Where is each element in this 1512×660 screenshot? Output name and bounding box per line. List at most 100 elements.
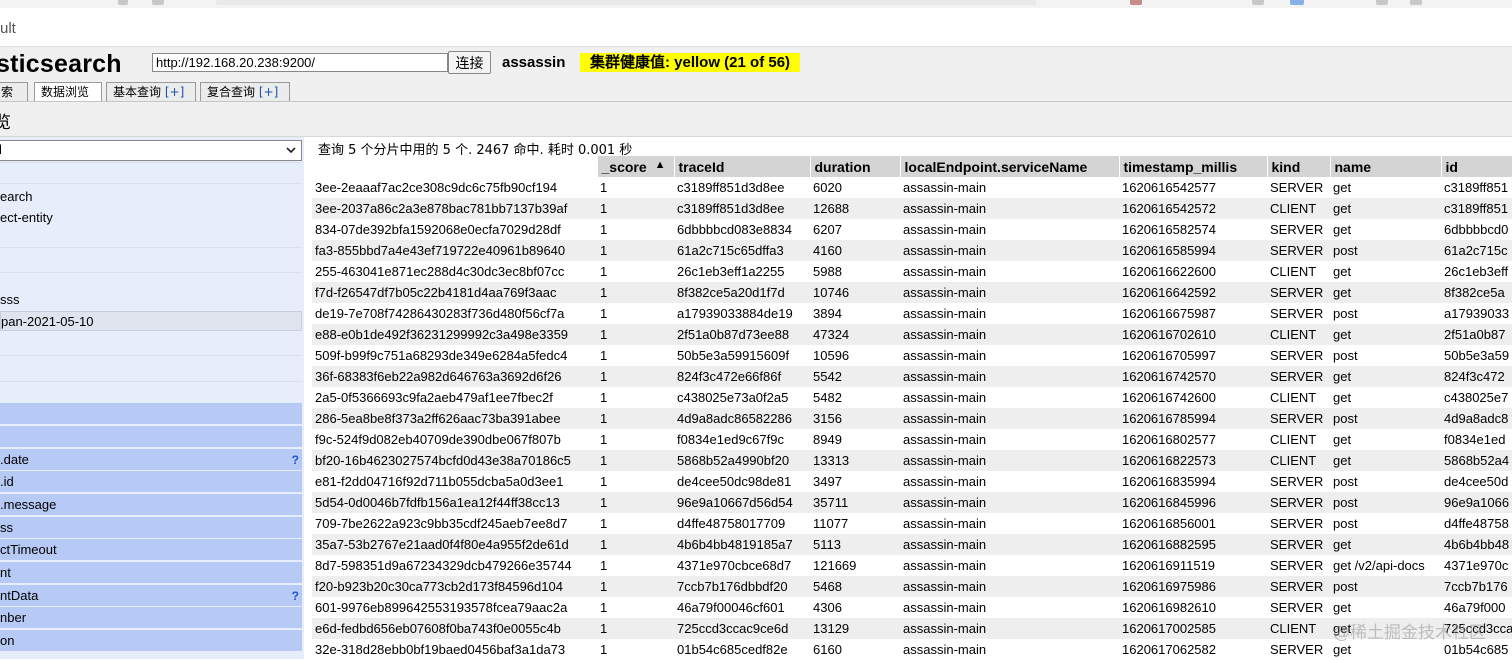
sidebar-divider xyxy=(0,355,302,356)
table-row[interactable]: 286-5ea8be8f373a2ff626aac73ba391abee 1 4d9… xyxy=(312,408,1512,429)
table-row[interactable]: e6d-fedbd656eb07608f0ba743f0e0055c4b 1 725… xyxy=(312,618,1512,639)
sidebar-field-row[interactable]: .id xyxy=(0,471,302,493)
table-cell: 8949 xyxy=(813,432,842,447)
table-cell: 1 xyxy=(600,348,608,363)
table-cell: get xyxy=(1333,432,1352,447)
table-cell: SERVER xyxy=(1267,534,1330,555)
column-header-score[interactable]: _score ▲ xyxy=(596,156,674,177)
table-cell: 1620616845996 xyxy=(1119,492,1267,513)
address-bar[interactable] xyxy=(216,0,1036,5)
sidebar-field-row[interactable]: ctTimeout xyxy=(0,539,302,561)
browser-icon[interactable] xyxy=(118,0,128,5)
sidebar-field-row[interactable]: nt xyxy=(0,562,302,584)
cluster-url-input[interactable] xyxy=(152,53,448,72)
index-select[interactable]: l xyxy=(0,140,302,161)
extension-icon[interactable] xyxy=(1410,0,1422,5)
table-cell: post xyxy=(1330,492,1441,513)
sidebar-field-row[interactable]: ss xyxy=(0,517,302,539)
tab-add-link[interactable]: [+] xyxy=(259,85,278,99)
table-row[interactable]: 255-463041e871ec288d4c30dc3ec8bf07cc 1 26c… xyxy=(312,261,1512,282)
extension-icon[interactable] xyxy=(1290,0,1304,5)
extension-icon[interactable] xyxy=(1252,0,1264,5)
table-cell: 1 xyxy=(597,534,674,555)
sidebar-index-item[interactable] xyxy=(0,229,302,249)
table-row[interactable]: 3ee-2037a86c2a3e878bac781bb7137b39af 1 c31… xyxy=(312,198,1512,219)
column-header-name[interactable]: name xyxy=(1329,156,1441,177)
table-row[interactable]: f9c-524f9d082eb40709de390dbe067f807b 1 f08… xyxy=(312,429,1512,450)
sidebar-index-item[interactable]: sss xyxy=(0,290,302,310)
sidebar-index-item[interactable] xyxy=(0,250,302,270)
column-header-kind[interactable]: kind xyxy=(1266,156,1330,177)
sidebar-field-row[interactable]: ntData ? xyxy=(0,585,302,607)
table-cell: 4371e970cbce68d7 xyxy=(677,558,792,573)
table-row[interactable]: 35a7-53b2767e21aad0f4f80e4a955f2de61d 1 4b… xyxy=(312,534,1512,555)
sidebar-index-item[interactable]: ect-entity xyxy=(0,208,302,228)
sidebar-field-row[interactable]: .message xyxy=(0,494,302,516)
connect-button[interactable]: 连接 xyxy=(448,51,491,74)
sidebar-field-row[interactable] xyxy=(0,403,302,425)
table-row[interactable]: f20-b923b20c30ca773cb2d173f84596d104 1 7cc… xyxy=(312,576,1512,597)
sidebar-field-row[interactable]: on xyxy=(0,630,302,652)
table-row[interactable]: e81-f2dd04716f92d711b055dcba5a0d3ee1 1 de4… xyxy=(312,471,1512,492)
table-cell: 1620616675987 xyxy=(1122,306,1216,321)
table-cell: 3894 xyxy=(813,306,842,321)
column-header-label: _score xyxy=(601,158,647,175)
table-row[interactable]: bf20-16b4623027574bcfd0d43e38a70186c5 1 58… xyxy=(312,450,1512,471)
help-icon[interactable]: ? xyxy=(292,585,299,607)
table-cell: 35711 xyxy=(810,492,900,513)
tab-add-link[interactable]: [+] xyxy=(165,85,184,99)
table-row[interactable]: 834-07de392bfa1592068e0ecfa7029d28df 1 6db… xyxy=(312,219,1512,240)
column-header-servicename[interactable]: localEndpoint.serviceName xyxy=(899,156,1119,177)
table-cell: f0834e1ed9c67f9c xyxy=(677,432,784,447)
column-header-id[interactable]: id xyxy=(1440,156,1512,177)
table-row[interactable]: 36f-68383f6eb22a982d646763a3692d6f26 1 824… xyxy=(312,366,1512,387)
table-cell: 1620616585994 xyxy=(1119,240,1267,261)
table-row[interactable]: 2a5-0f5366693c9fa2aeb479af1ee7fbec2f 1 c43… xyxy=(312,387,1512,408)
browser-icon[interactable] xyxy=(152,0,164,5)
table-cell: assassin-main xyxy=(903,600,987,615)
sidebar-field-row[interactable]: nber xyxy=(0,607,302,629)
table-cell: assassin-main xyxy=(903,180,987,195)
table-row[interactable]: 509f-b99f9c751a68293de349e6284a5fedc4 1 50… xyxy=(312,345,1512,366)
column-header-traceid[interactable]: traceId xyxy=(673,156,810,177)
tab-basic-query[interactable]: 基本查询 [+] xyxy=(106,82,196,101)
table-row[interactable]: fa3-855bbd7a4e43ef719722e40961b89640 1 61a… xyxy=(312,240,1512,261)
table-row[interactable]: 3ee-2eaaaf7ac2ce308c9dc6c75fb90cf194 1 c31… xyxy=(312,177,1512,198)
table-cell: 1620616785994 xyxy=(1119,408,1267,429)
table-cell: 3156 xyxy=(810,408,900,429)
table-cell: 13129 xyxy=(810,618,900,639)
table-cell: get xyxy=(1333,264,1352,279)
table-row[interactable]: e88-e0b1de492f36231299992c3a498e3359 1 2f5… xyxy=(312,324,1512,345)
table-cell: get xyxy=(1330,198,1441,219)
tab-indices[interactable]: 索引 xyxy=(0,82,28,118)
tab-compound-query[interactable]: 复合查询 [+] xyxy=(200,82,290,101)
table-row[interactable]: 709-7be2622a923c9bb35cdf245aeb7ee8d7 1 d4f… xyxy=(312,513,1512,534)
extension-icon[interactable] xyxy=(1376,0,1388,5)
table-row[interactable]: f7d-f26547df7b05c22b4181d4aa769f3aac 1 8f3… xyxy=(312,282,1512,303)
table-row[interactable]: 601-9976eb899642553193578fcea79aac2a 1 46a… xyxy=(312,597,1512,618)
table-row[interactable]: de19-7e708f74286430283f736d480f56cf7a 1 a1… xyxy=(312,303,1512,324)
table-row[interactable]: 32e-318d28ebb0bf19baed0456baf3a1da73 1 01b… xyxy=(312,639,1512,660)
table-cell: de4cee50d xyxy=(1444,474,1509,489)
table-row[interactable]: 8d7-598351d9a67234329dcb479266e35744 1 437… xyxy=(312,555,1512,576)
sidebar-index-item[interactable]: earch xyxy=(0,187,302,207)
table-cell: 2f51a0b87d73ee88 xyxy=(674,324,810,345)
sidebar-index-item-selected[interactable]: pan-2021-05-10 xyxy=(0,311,302,331)
field-label: nber xyxy=(0,610,27,625)
table-cell: 601-9976eb899642553193578fcea79aac2a xyxy=(315,600,568,615)
table-cell: assassin-main xyxy=(903,642,987,657)
column-header-timestamp[interactable]: timestamp_millis xyxy=(1118,156,1267,177)
table-cell: assassin-main xyxy=(900,366,1119,387)
column-header-duration[interactable]: duration xyxy=(809,156,900,177)
table-row[interactable]: 5d54-0d0046b7fdfb156a1ea12f44ff38cc13 1 96… xyxy=(312,492,1512,513)
help-icon[interactable]: ? xyxy=(292,449,299,471)
tab-data-browser[interactable]: 数据浏览 xyxy=(34,82,102,102)
sidebar-field-row[interactable] xyxy=(0,426,302,448)
table-cell: SERVER xyxy=(1267,366,1330,387)
extension-icon[interactable] xyxy=(1130,0,1142,5)
table-cell: 725ccd3ccac9ce6d xyxy=(674,618,810,639)
table-cell: 46a79f00046cf601 xyxy=(677,600,785,615)
table-cell: get xyxy=(1330,450,1441,471)
sidebar-field-row[interactable]: .date ? xyxy=(0,449,302,471)
table-cell: 1620616802577 xyxy=(1122,432,1216,447)
